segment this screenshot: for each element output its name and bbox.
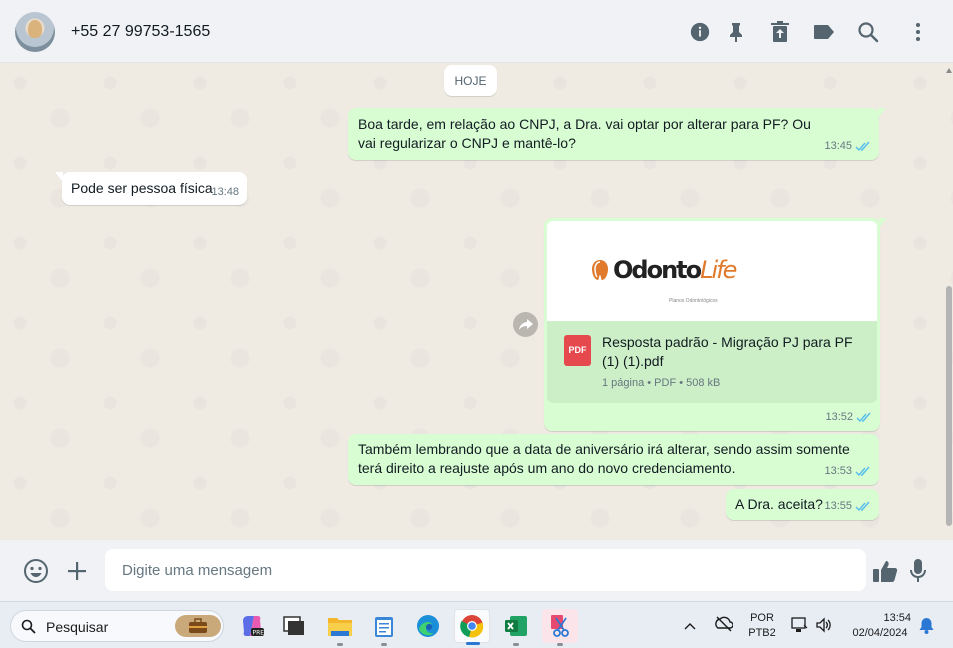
document-info[interactable]: PDF Resposta padrão - Migração PJ para P… [547, 321, 877, 403]
microphone-icon[interactable] [905, 558, 931, 584]
odontolife-logo: OdontoLife Planos Odontológicos [591, 258, 737, 304]
message-composer [0, 540, 953, 601]
message-time: 13:55 [824, 500, 852, 512]
desktop-app-icon[interactable] [276, 609, 312, 643]
edge-browser-icon[interactable] [410, 609, 446, 643]
message-outgoing-document[interactable]: OdontoLife Planos Odontológicos PDF Resp… [544, 218, 887, 431]
label-icon[interactable] [812, 20, 836, 44]
message-meta: 13:55 [824, 497, 871, 516]
scroll-up-arrow[interactable] [946, 67, 952, 73]
menu-icon[interactable] [906, 20, 930, 44]
delete-icon[interactable] [768, 20, 792, 44]
info-icon[interactable] [688, 20, 712, 44]
double-check-icon [856, 412, 871, 423]
volume-icon[interactable] [815, 617, 833, 638]
notification-bell-icon[interactable] [919, 617, 934, 639]
date-chip: HOJE [444, 65, 497, 96]
message-text: A Dra. aceita? [735, 496, 823, 512]
message-meta: 13:53 [824, 462, 871, 481]
search-icon[interactable] [856, 20, 880, 44]
contact-avatar[interactable] [15, 12, 55, 52]
message-meta: 13:52 [825, 408, 872, 427]
plus-icon[interactable] [64, 558, 90, 584]
message-time: 13:52 [825, 411, 853, 423]
thumbs-up-icon[interactable] [873, 558, 899, 584]
forward-icon[interactable] [513, 312, 538, 337]
pdf-file-icon: PDF [564, 335, 591, 366]
excel-icon[interactable] [498, 609, 534, 646]
message-time: 13:45 [824, 140, 852, 152]
taskbar-search[interactable]: Pesquisar [10, 610, 224, 642]
file-explorer-icon[interactable] [322, 609, 358, 646]
copilot-app-icon[interactable]: PRE [234, 609, 270, 643]
double-check-icon [855, 466, 870, 477]
chat-header: +55 27 99753-1565 [0, 0, 953, 63]
windows-taskbar: Pesquisar PRE POR PTB2 13:54 02/04/2024 [0, 601, 953, 648]
message-input[interactable] [105, 549, 866, 591]
message-outgoing[interactable]: Também lembrando que a data de aniversár… [348, 434, 879, 485]
document-meta: 1 página • PDF • 508 kB [602, 377, 721, 389]
document-name: Resposta padrão - Migração PJ para PF (1… [602, 334, 853, 369]
show-hidden-icons[interactable] [684, 618, 696, 636]
double-check-icon [855, 501, 870, 512]
message-incoming[interactable]: Pode ser pessoa física 13:48 [55, 172, 247, 205]
message-time: 13:53 [824, 465, 852, 477]
double-check-icon [855, 141, 870, 152]
message-text: Também lembrando que a data de aniversár… [358, 441, 850, 476]
notepad-icon[interactable] [366, 609, 402, 646]
emoji-icon[interactable] [23, 558, 49, 584]
svg-text:PRE: PRE [253, 630, 265, 637]
document-preview[interactable]: OdontoLife Planos Odontológicos [547, 221, 877, 321]
message-list[interactable]: HOJE Boa tarde, em relação ao CNPJ, a Dr… [0, 63, 953, 540]
pin-icon[interactable] [724, 20, 748, 44]
snipping-tool-icon[interactable] [542, 609, 578, 646]
message-meta: 13:48 [211, 183, 239, 202]
message-outgoing[interactable]: A Dra. aceita? 13:55 [726, 489, 879, 520]
clock[interactable]: 13:54 02/04/2024 [846, 611, 914, 641]
input-language[interactable]: POR PTB2 [746, 611, 778, 641]
network-icon[interactable] [791, 617, 808, 638]
message-text: Boa tarde, em relação ao CNPJ, a Dra. va… [358, 116, 811, 151]
briefcase-icon[interactable] [175, 615, 221, 637]
search-label: Pesquisar [46, 619, 109, 635]
message-outgoing[interactable]: Boa tarde, em relação ao CNPJ, a Dra. va… [348, 108, 886, 160]
search-icon [21, 619, 36, 634]
chrome-browser-icon[interactable] [454, 609, 490, 645]
sync-off-icon[interactable] [715, 616, 734, 637]
message-text: Pode ser pessoa física [71, 180, 213, 196]
contact-name[interactable]: +55 27 99753-1565 [71, 23, 210, 41]
message-meta: 13:45 [824, 137, 871, 156]
message-time: 13:48 [211, 186, 239, 198]
scrollbar-thumb[interactable] [946, 286, 952, 526]
